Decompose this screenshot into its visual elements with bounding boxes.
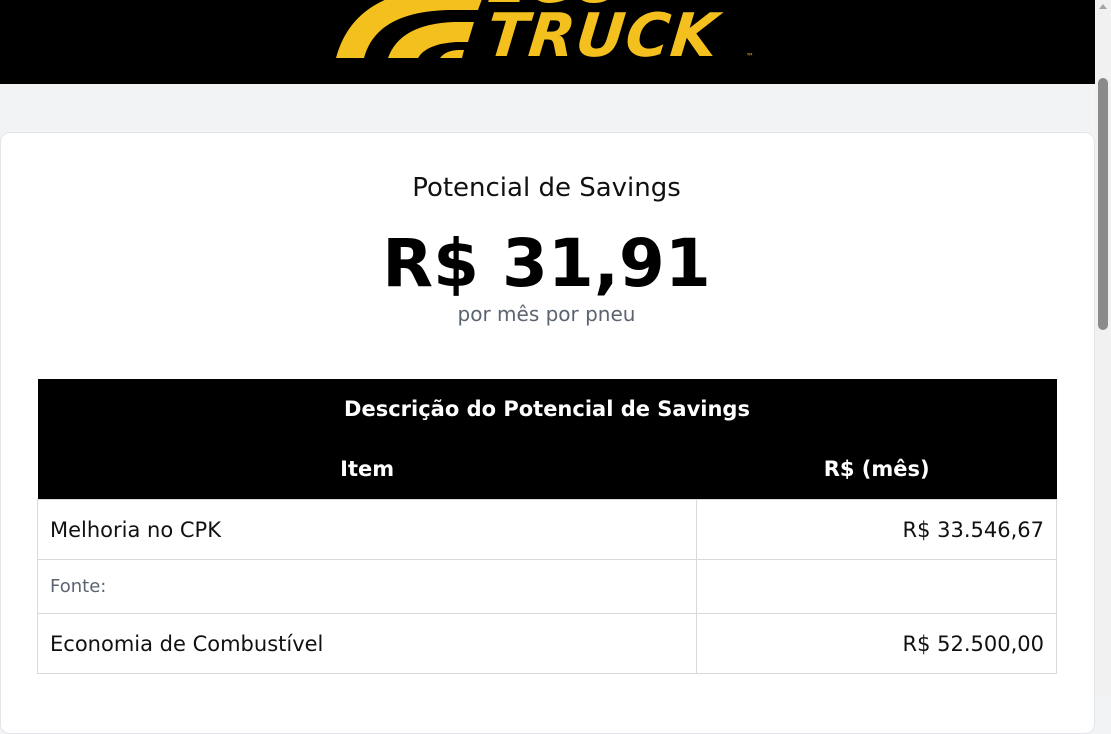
scroll-up-arrow-icon[interactable] [1099, 4, 1107, 9]
column-header-item: Item [37, 439, 697, 500]
row-item-value: R$ 52.500,00 [696, 613, 1057, 674]
table-row: Fonte: [36, 559, 1057, 614]
table-caption: Descrição do Potencial de Savings [37, 379, 1057, 439]
vertical-scrollbar[interactable] [1095, 0, 1111, 697]
row-item-label: Economia de Combustível [36, 613, 698, 674]
row-item-label: Melhoria no CPK [36, 499, 698, 560]
header-bar: ECO TRUCK ™ [0, 0, 1095, 84]
savings-table: Descrição do Potencial de Savings Item R… [36, 379, 1057, 674]
table-row: Melhoria no CPK R$ 33.546,67 [36, 499, 1057, 560]
row-source-value [696, 559, 1057, 614]
row-source-label: Fonte: [36, 559, 698, 614]
table-header-row: Item R$ (mês) [37, 439, 1057, 500]
scroll-thumb[interactable] [1098, 78, 1108, 330]
savings-amount: R$ 31,91 [382, 225, 711, 302]
row-item-value: R$ 33.546,67 [696, 499, 1057, 560]
column-header-value: R$ (mês) [696, 439, 1057, 500]
savings-unit: por mês por pneu [457, 302, 636, 326]
table-row: Economia de Combustível R$ 52.500,00 [36, 613, 1057, 674]
table-caption-row: Descrição do Potencial de Savings [37, 379, 1057, 439]
logo-trademark: ™ [746, 52, 754, 61]
savings-title: Potencial de Savings [412, 173, 681, 203]
logo-text: TRUCK [483, 1, 723, 71]
